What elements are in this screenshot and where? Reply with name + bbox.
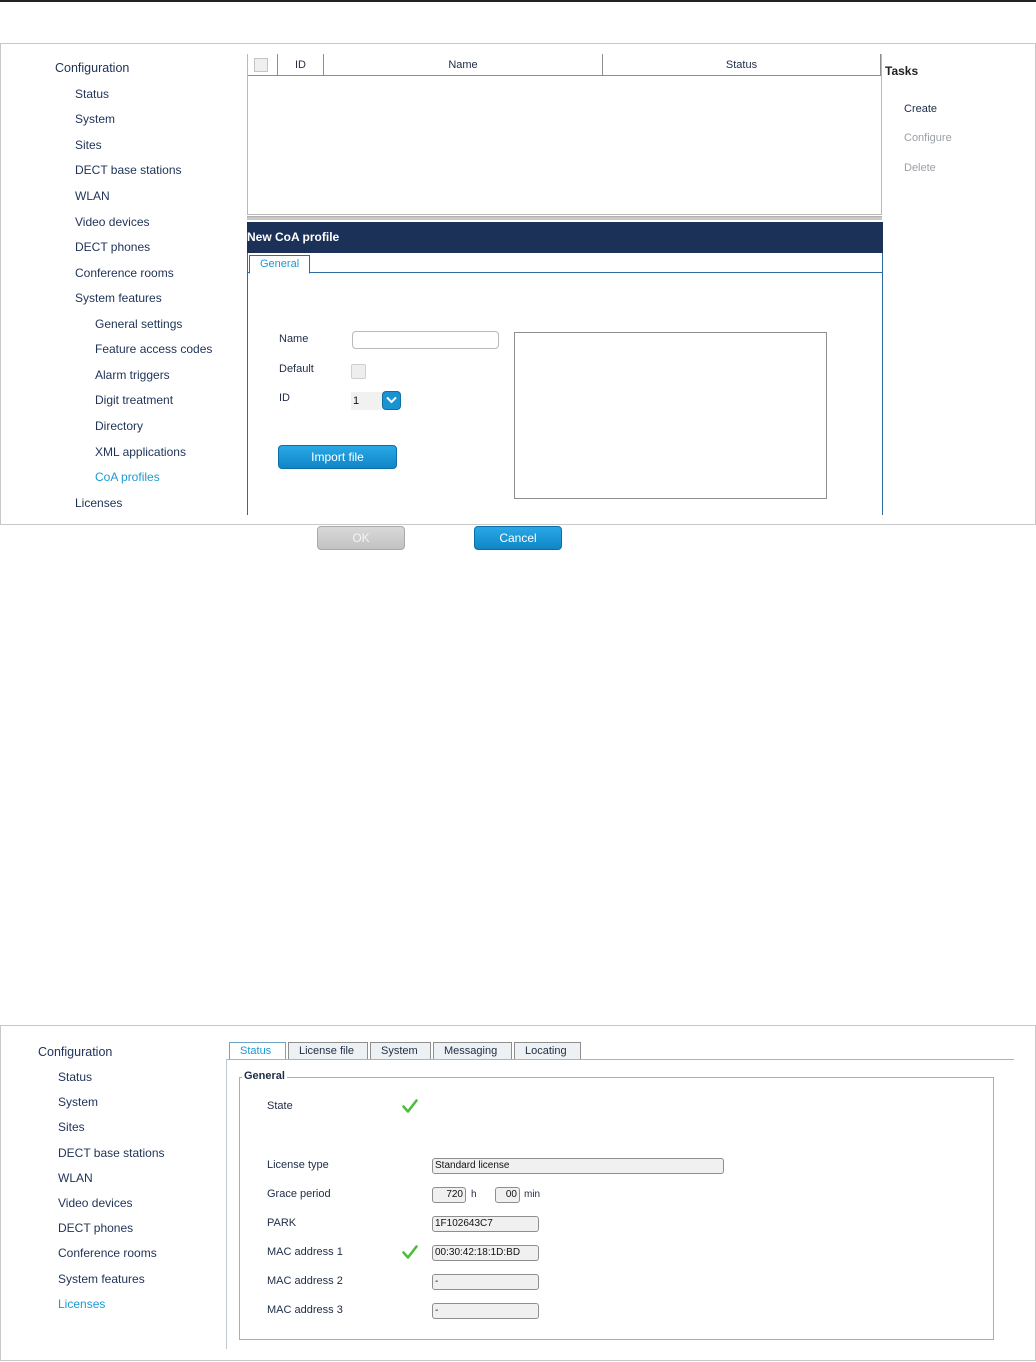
default-checkbox[interactable] [351,364,366,379]
general-legend: General [242,1070,287,1082]
state-label: State [267,1100,293,1112]
id-label: ID [279,392,290,404]
nav-system[interactable]: System [58,1095,98,1109]
tasks-title: Tasks [885,64,919,78]
id-dropdown-button[interactable] [382,391,401,410]
task-create[interactable]: Create [904,103,937,115]
nav-xml-applications[interactable]: XML applications [95,445,186,459]
nav-status[interactable]: Status [75,87,109,101]
licenses-screen: Configuration Status System Sites DECT b… [0,1025,1036,1361]
grace-hours-field: 720 [432,1187,466,1203]
id-select-value: 1 [351,392,383,410]
coa-profiles-screen: Configuration Status System Sites DECT b… [0,43,1036,550]
tab-messaging[interactable]: Messaging [433,1042,512,1060]
nav-configuration[interactable]: Configuration [38,1045,112,1059]
file-content-area[interactable] [514,332,827,499]
nav-coa-profiles[interactable]: CoA profiles [95,470,160,484]
task-delete[interactable]: Delete [904,162,936,174]
license-type-field: Standard license [432,1158,724,1174]
mac2-label: MAC address 2 [267,1275,343,1287]
nav-licenses[interactable]: Licenses [58,1297,105,1311]
dialog-title: New CoA profile [247,222,883,253]
column-name[interactable]: Name [324,54,603,76]
mac3-label: MAC address 3 [267,1304,343,1316]
name-input[interactable] [352,331,499,349]
grace-period-label: Grace period [267,1188,331,1200]
nav-video-devices[interactable]: Video devices [58,1196,133,1210]
license-type-label: License type [267,1159,329,1171]
grace-minutes-unit: min [524,1189,541,1200]
splitter[interactable] [247,216,882,220]
tab-license-file[interactable]: License file [288,1042,368,1060]
ok-button[interactable]: OK [317,526,405,550]
default-label: Default [279,363,314,375]
mac2-field: - [432,1274,539,1290]
state-ok-check-icon [402,1099,418,1113]
tab-status[interactable]: Status [229,1042,286,1060]
cancel-button[interactable]: Cancel [474,526,562,550]
nav-alarm-triggers[interactable]: Alarm triggers [95,368,170,382]
nav-system-features[interactable]: System features [75,291,162,305]
nav-system[interactable]: System [75,112,115,126]
column-status[interactable]: Status [603,54,881,76]
mac1-ok-check-icon [402,1245,418,1259]
nav-general-settings[interactable]: General settings [95,317,182,331]
nav-dect-phones[interactable]: DECT phones [75,240,150,254]
park-field: 1F102643C7 [432,1216,539,1232]
nav-conference-rooms[interactable]: Conference rooms [58,1246,157,1260]
nav-feature-access-codes[interactable]: Feature access codes [95,342,212,356]
park-label: PARK [267,1217,297,1229]
nav-wlan[interactable]: WLAN [75,189,110,203]
new-coa-profile-dialog: New CoA profile General Name Default ID … [247,222,883,550]
nav-sites[interactable]: Sites [75,138,102,152]
nav-dect-base-stations[interactable]: DECT base stations [58,1146,165,1160]
coa-profile-table: ID Name Status [247,54,882,215]
mac3-field: - [432,1303,539,1319]
name-label: Name [279,333,309,345]
chevron-down-icon [386,396,397,404]
nav-conference-rooms[interactable]: Conference rooms [75,266,174,280]
nav-digit-treatment[interactable]: Digit treatment [95,393,173,407]
import-file-button[interactable]: Import file [278,445,397,469]
content-left-border [226,1059,227,1349]
nav-configuration[interactable]: Configuration [55,61,129,75]
header-select-all [248,54,278,76]
top-rule [0,0,1036,2]
tab-locating[interactable]: Locating [514,1042,581,1060]
tab-baseline [226,1059,1014,1060]
id-select[interactable]: 1 [351,391,401,411]
grace-minutes-field: 00 [495,1187,520,1203]
nav-directory[interactable]: Directory [95,419,143,433]
general-fieldset [239,1077,994,1340]
nav-licenses[interactable]: Licenses [75,496,122,510]
table-header: ID Name Status [248,54,881,76]
column-id[interactable]: ID [278,54,324,76]
task-configure[interactable]: Configure [904,132,952,144]
nav-dect-base-stations[interactable]: DECT base stations [75,163,182,177]
nav-system-features[interactable]: System features [58,1272,145,1286]
tab-general[interactable]: General [249,255,311,274]
select-all-checkbox[interactable] [254,58,268,72]
nav-wlan[interactable]: WLAN [58,1171,93,1185]
nav-dect-phones[interactable]: DECT phones [58,1221,133,1235]
grace-hours-unit: h [471,1189,477,1200]
nav-status[interactable]: Status [58,1070,92,1084]
dialog-tab-bar: General [248,253,882,274]
mac1-label: MAC address 1 [267,1246,343,1258]
nav-video-devices[interactable]: Video devices [75,215,150,229]
nav-sites[interactable]: Sites [58,1120,85,1134]
mac1-field: 00:30:42:18:1D:BD [432,1245,539,1261]
tab-system[interactable]: System [370,1042,431,1060]
